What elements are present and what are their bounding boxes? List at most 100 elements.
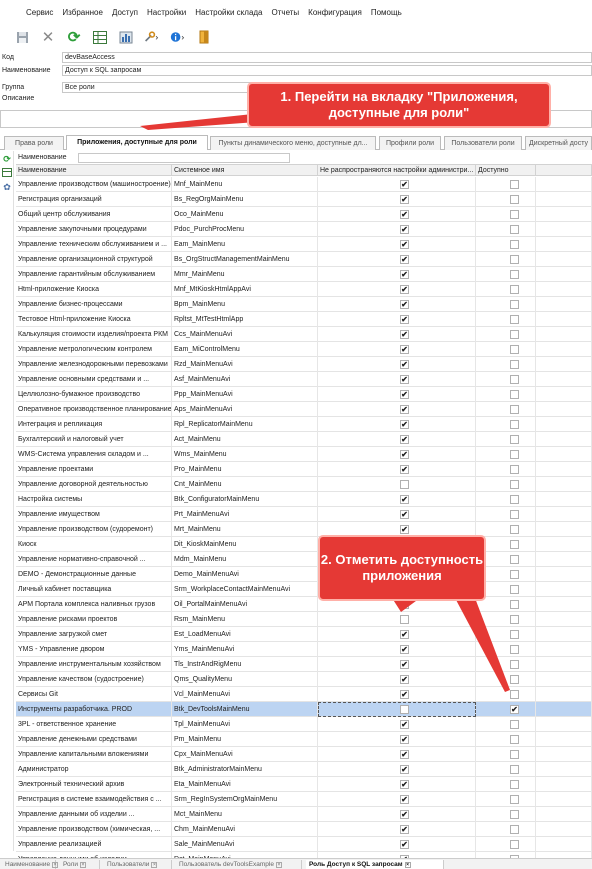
save-icon[interactable] [14,29,30,45]
table-row[interactable]: 3PL - ответственное хранение Tpl_MainMenu… [16,717,592,732]
available-checkbox[interactable] [510,420,519,429]
no-admin-checkbox[interactable] [400,615,409,624]
table-row[interactable]: Управление гарантийным обслуживанием Mmr_… [16,267,592,282]
chart-icon[interactable] [118,29,134,45]
table-row[interactable]: Управление проектами Pro_MainMenu ✔ [16,462,592,477]
table-row[interactable]: Управление капитальными вложениями Cpx_Ma… [16,747,592,762]
available-checkbox[interactable] [510,210,519,219]
available-checkbox[interactable] [510,645,519,654]
no-admin-checkbox[interactable]: ✔ [400,750,409,759]
table-row[interactable]: Управление основными средствами и ... Asf… [16,372,592,387]
available-checkbox[interactable] [510,555,519,564]
table-row[interactable]: Управление данными об изделии ... Mct_Mai… [16,807,592,822]
table-row[interactable]: Управление рисками проектов Rsm_MainMenu [16,612,592,627]
table-row[interactable]: Регистрация организаций Bs_RegOrgMainMenu… [16,192,592,207]
no-admin-checkbox[interactable]: ✔ [400,510,409,519]
available-checkbox[interactable] [510,660,519,669]
tab-discrete-access[interactable]: Дискретный досту [525,136,592,150]
available-checkbox[interactable] [510,375,519,384]
available-checkbox[interactable] [510,630,519,639]
table-row[interactable]: Киоск Dit_KioskMainMenu [16,537,592,552]
available-checkbox[interactable] [510,480,519,489]
document-tab[interactable]: Пользователь devToolsExample × [176,860,302,869]
available-checkbox[interactable] [510,615,519,624]
table-row[interactable]: Интеграция и репликация Rpl_ReplicatorMai… [16,417,592,432]
available-checkbox[interactable] [510,315,519,324]
menu-settings[interactable]: Настройки [147,8,186,17]
col-available-header[interactable]: Доступно [476,165,536,176]
available-checkbox[interactable] [510,240,519,249]
available-checkbox[interactable] [510,345,519,354]
table-row[interactable]: Управление производством (химическая, ..… [16,822,592,837]
available-checkbox[interactable] [510,840,519,849]
grid-icon[interactable] [92,29,108,45]
available-checkbox[interactable] [510,750,519,759]
available-checkbox[interactable] [510,330,519,339]
table-row[interactable]: WMS-Система управления складом и ... Wms_… [16,447,592,462]
no-admin-checkbox[interactable]: ✔ [400,735,409,744]
no-admin-checkbox[interactable]: ✔ [400,270,409,279]
kod-field[interactable]: devBaseAccess [62,52,592,63]
no-admin-checkbox[interactable]: ✔ [400,435,409,444]
table-row[interactable]: Калькуляция стоимости изделия/проекта РК… [16,327,592,342]
document-tab[interactable]: Пользователи × [104,860,172,869]
close-tab-icon[interactable]: × [404,862,411,868]
table-row[interactable]: Целлюлозно-бумажное производство Ppp_Main… [16,387,592,402]
menu-reports[interactable]: Отчеты [272,8,300,17]
table-row[interactable]: АРМ Портала комплекса наливных грузов Oil… [16,597,592,612]
no-admin-checkbox[interactable]: ✔ [400,660,409,669]
available-checkbox[interactable] [510,195,519,204]
available-checkbox[interactable] [510,495,519,504]
table-row[interactable]: Электронный технический архив Eta_MainMen… [16,777,592,792]
no-admin-checkbox[interactable] [400,600,409,609]
available-checkbox[interactable] [510,465,519,474]
available-checkbox[interactable] [510,690,519,699]
table-row[interactable]: Управление имуществом Prt_MainMenuAvi ✔ [16,507,592,522]
available-checkbox[interactable] [510,450,519,459]
table-row[interactable]: Регистрация в системе взаимодействия с .… [16,792,592,807]
tab-role-profiles[interactable]: Профили роли [379,136,441,150]
no-admin-checkbox[interactable]: ✔ [400,330,409,339]
available-checkbox[interactable] [510,255,519,264]
no-admin-checkbox[interactable]: ✔ [400,375,409,384]
close-icon[interactable]: ✕ [40,29,56,45]
table-row[interactable]: Управление договорной деятельностью Cnt_M… [16,477,592,492]
available-checkbox[interactable] [510,585,519,594]
name-field[interactable]: Доступ к SQL запросам [62,65,592,76]
no-admin-checkbox[interactable]: ✔ [400,810,409,819]
menu-favorites[interactable]: Избранное [62,8,103,17]
no-admin-checkbox[interactable]: ✔ [400,780,409,789]
available-checkbox[interactable] [510,795,519,804]
no-admin-checkbox[interactable]: ✔ [400,825,409,834]
col-no-admin-header[interactable]: Не распространяются настройки администри… [318,165,476,176]
table-row[interactable]: Управление техническим обслуживанием и .… [16,237,592,252]
no-admin-checkbox[interactable]: ✔ [400,720,409,729]
table-row[interactable]: Тестовое Html-приложение Киоска Rpltst_Mt… [16,312,592,327]
available-checkbox[interactable] [510,735,519,744]
close-tab-icon[interactable]: × [275,862,282,868]
tab-role-rights[interactable]: Права роли [4,136,64,150]
menu-configuration[interactable]: Конфигурация [308,8,362,17]
table-row[interactable]: Управление загрузкой смет Est_LoadMenuAvi… [16,627,592,642]
table-row[interactable]: Управление инструментальным хозяйством Tl… [16,657,592,672]
available-checkbox[interactable] [510,825,519,834]
no-admin-checkbox[interactable]: ✔ [400,420,409,429]
no-admin-checkbox[interactable]: ✔ [400,630,409,639]
filter-input[interactable] [78,152,290,163]
no-admin-checkbox[interactable]: ✔ [400,405,409,414]
no-admin-checkbox[interactable]: ✔ [400,315,409,324]
table-row[interactable]: Сервисы Git Vcl_MainMenuAvi ✔ [16,687,592,702]
no-admin-checkbox[interactable]: ✔ [400,795,409,804]
table-row[interactable]: Управление денежными средствами Pm_MainMe… [16,732,592,747]
no-admin-checkbox[interactable]: ✔ [400,195,409,204]
no-admin-checkbox[interactable]: ✔ [400,765,409,774]
table-row[interactable]: YMS - Управление двором Yms_MainMenuAvi ✔ [16,642,592,657]
menu-help[interactable]: Помощь [371,8,402,17]
tools-icon[interactable] [144,29,160,45]
table-row[interactable]: Управление производством (машиностроение… [16,177,592,192]
no-admin-checkbox[interactable]: ✔ [400,840,409,849]
exit-icon[interactable] [196,29,212,45]
table-row[interactable]: Настройка системы Btk_ConfiguratorMainMen… [16,492,592,507]
available-checkbox[interactable] [510,435,519,444]
table-row[interactable]: Управление закупочными процедурами Pdoc_P… [16,222,592,237]
